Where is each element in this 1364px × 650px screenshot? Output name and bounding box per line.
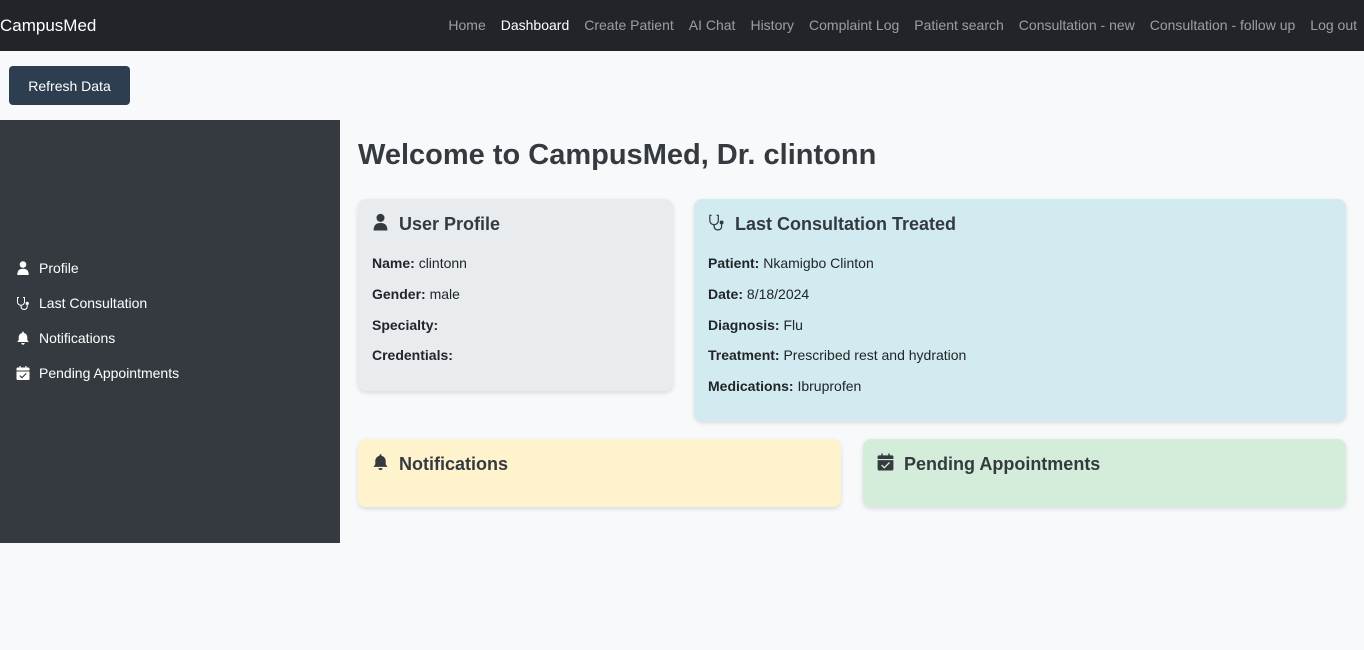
nav-link-create-patient[interactable]: Create Patient	[584, 16, 674, 34]
nav-link-home[interactable]: Home	[448, 16, 485, 34]
sidebar-item-pending-appointments[interactable]: Pending Appointments	[16, 363, 179, 383]
calendar-check-icon	[877, 453, 904, 476]
field-label: Treatment:	[708, 347, 780, 363]
notifications-title: Notifications	[372, 453, 508, 476]
sidebar: Profile Last Consultation Notifications …	[0, 120, 340, 543]
field-label: Credentials:	[372, 347, 453, 363]
consultation-diagnosis-value: Flu	[783, 317, 803, 333]
consultation-diagnosis-row: Diagnosis: Flu	[708, 317, 803, 333]
stethoscope-icon	[16, 296, 30, 310]
nav-link-patient-search[interactable]: Patient search	[914, 16, 1004, 34]
nav-links: Home Dashboard Create Patient AI Chat Hi…	[448, 16, 1357, 34]
stethoscope-icon	[708, 213, 735, 236]
nav-link-history[interactable]: History	[750, 16, 794, 34]
consultation-medications-value: Ibruprofen	[797, 378, 862, 394]
nav-link-log-out[interactable]: Log out	[1310, 16, 1357, 34]
profile-name-value: clintonn	[418, 255, 467, 271]
calendar-check-icon	[16, 366, 30, 380]
brand-logo[interactable]: CampusMed	[0, 16, 96, 36]
profile-gender-value: male	[429, 286, 460, 302]
field-label: Date:	[708, 286, 744, 302]
field-label: Name:	[372, 255, 415, 271]
profile-gender-row: Gender: male	[372, 286, 460, 302]
consultation-date-row: Date: 8/18/2024	[708, 286, 809, 302]
field-label: Medications:	[708, 378, 794, 394]
card-title-text: Pending Appointments	[904, 454, 1101, 474]
card-title-text: Last Consultation Treated	[735, 214, 957, 234]
sidebar-item-last-consultation[interactable]: Last Consultation	[16, 293, 147, 313]
refresh-data-button[interactable]: Refresh Data	[9, 66, 130, 105]
nav-link-complaint-log[interactable]: Complaint Log	[809, 16, 899, 34]
field-label: Diagnosis:	[708, 317, 780, 333]
card-title-text: User Profile	[399, 214, 501, 234]
sidebar-item-label: Last Consultation	[39, 295, 148, 311]
consultation-treatment-value: Prescribed rest and hydration	[783, 347, 967, 363]
bell-icon	[372, 453, 399, 476]
field-label: Specialty:	[372, 317, 439, 333]
consultation-treatment-row: Treatment: Prescribed rest and hydration	[708, 347, 966, 363]
top-navbar: CampusMed Home Dashboard Create Patient …	[0, 0, 1364, 51]
nav-link-ai-chat[interactable]: AI Chat	[689, 16, 736, 34]
page-title: Welcome to CampusMed, Dr. clintonn	[358, 139, 877, 171]
nav-link-consultation-new[interactable]: Consultation - new	[1019, 16, 1135, 34]
card-title-text: Notifications	[399, 454, 509, 474]
user-profile-title: User Profile	[372, 213, 500, 236]
consultation-patient-value: Nkamigbo Clinton	[763, 255, 874, 271]
field-label: Patient:	[708, 255, 760, 271]
sidebar-item-label: Notifications	[39, 330, 116, 346]
sidebar-item-label: Pending Appointments	[39, 365, 180, 381]
last-consultation-card: Last Consultation Treated Patient: Nkami…	[694, 199, 1346, 421]
user-profile-card: User Profile Name: clintonn Gender: male…	[358, 199, 673, 391]
notifications-card: Notifications	[358, 439, 841, 507]
consultation-date-value: 8/18/2024	[746, 286, 810, 302]
nav-link-dashboard[interactable]: Dashboard	[501, 16, 570, 34]
bell-icon	[16, 331, 30, 345]
user-icon	[16, 261, 30, 275]
user-icon	[372, 213, 399, 236]
profile-specialty-row: Specialty:	[372, 317, 438, 333]
nav-link-consultation-follow-up[interactable]: Consultation - follow up	[1150, 16, 1296, 34]
consultation-patient-row: Patient: Nkamigbo Clinton	[708, 255, 874, 271]
pending-appointments-title: Pending Appointments	[877, 453, 1100, 476]
sidebar-item-label: Profile	[39, 260, 79, 276]
profile-credentials-row: Credentials:	[372, 347, 453, 363]
sidebar-item-profile[interactable]: Profile	[16, 258, 79, 278]
sidebar-item-notifications[interactable]: Notifications	[16, 328, 115, 348]
pending-appointments-card: Pending Appointments	[863, 439, 1346, 507]
field-label: Gender:	[372, 286, 426, 302]
last-consultation-title: Last Consultation Treated	[708, 213, 956, 236]
consultation-medications-row: Medications: Ibruprofen	[708, 378, 861, 394]
profile-name-row: Name: clintonn	[372, 255, 467, 271]
